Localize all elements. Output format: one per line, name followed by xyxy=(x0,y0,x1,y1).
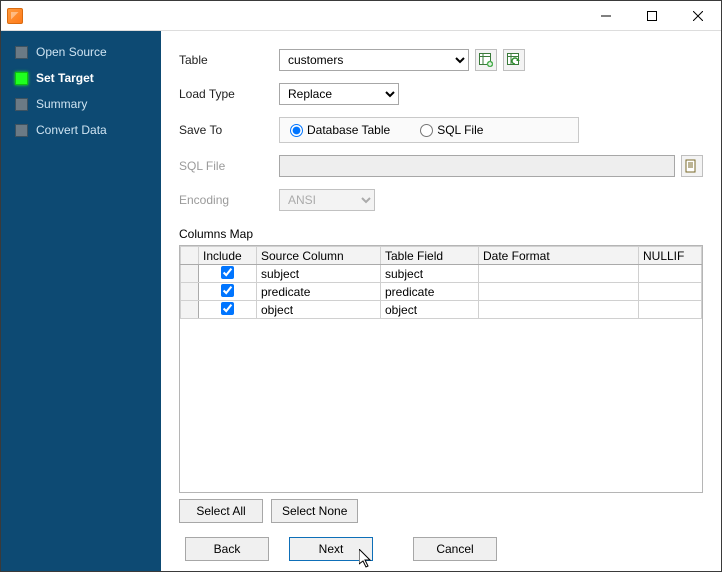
target-cell[interactable]: predicate xyxy=(381,283,479,301)
row-header[interactable] xyxy=(181,301,199,319)
saveto-db-radio[interactable]: Database Table xyxy=(290,123,390,137)
date-cell[interactable] xyxy=(479,301,639,319)
table-row[interactable]: objectobject xyxy=(181,301,702,319)
step-summary[interactable]: Summary xyxy=(1,97,161,111)
source-cell[interactable]: subject xyxy=(257,265,381,283)
main-panel: Table customers Load Type Replace Save T… xyxy=(161,31,721,571)
wizard-sidebar: Open Source Set Target Summary Convert D… xyxy=(1,31,161,571)
encoding-label: Encoding xyxy=(179,193,279,207)
nullif-cell[interactable] xyxy=(639,265,702,283)
row-header[interactable] xyxy=(181,265,199,283)
step-label: Set Target xyxy=(36,71,94,85)
encoding-select: ANSI xyxy=(279,189,375,211)
source-cell[interactable]: predicate xyxy=(257,283,381,301)
step-label: Open Source xyxy=(36,45,107,59)
loadtype-label: Load Type xyxy=(179,87,279,101)
include-checkbox[interactable] xyxy=(221,302,234,315)
step-indicator-icon xyxy=(15,46,28,59)
nullif-cell[interactable] xyxy=(639,283,702,301)
saveto-sql-radio[interactable]: SQL File xyxy=(420,123,483,137)
minimize-button[interactable] xyxy=(583,1,629,31)
col-nullif[interactable]: NULLIF xyxy=(639,247,702,265)
titlebar xyxy=(1,1,721,31)
select-none-button[interactable]: Select None xyxy=(271,499,358,523)
app-icon xyxy=(7,8,23,24)
nullif-cell[interactable] xyxy=(639,301,702,319)
sqlfile-input xyxy=(279,155,675,177)
close-button[interactable] xyxy=(675,1,721,31)
back-button[interactable]: Back xyxy=(185,537,269,561)
step-label: Convert Data xyxy=(36,123,107,137)
browse-file-icon xyxy=(685,159,699,173)
col-target[interactable]: Table Field xyxy=(381,247,479,265)
table-refresh-icon xyxy=(507,53,521,67)
maximize-button[interactable] xyxy=(629,1,675,31)
table-row[interactable]: predicatepredicate xyxy=(181,283,702,301)
col-include[interactable]: Include xyxy=(199,247,257,265)
table-label: Table xyxy=(179,53,279,67)
sqlfile-browse-button[interactable] xyxy=(681,155,703,177)
date-cell[interactable] xyxy=(479,283,639,301)
table-select[interactable]: customers xyxy=(279,49,469,71)
saveto-group: Database Table SQL File xyxy=(279,117,579,143)
loadtype-select[interactable]: Replace xyxy=(279,83,399,105)
sqlfile-label: SQL File xyxy=(179,159,279,173)
table-add-button[interactable] xyxy=(475,49,497,71)
source-cell[interactable]: object xyxy=(257,301,381,319)
window-controls xyxy=(583,1,721,31)
row-header[interactable] xyxy=(181,283,199,301)
col-date[interactable]: Date Format xyxy=(479,247,639,265)
columns-map-grid[interactable]: Include Source Column Table Field Date F… xyxy=(179,245,703,493)
table-row[interactable]: subjectsubject xyxy=(181,265,702,283)
wizard-footer: Back Next Cancel xyxy=(179,537,703,561)
grid-corner xyxy=(181,247,199,265)
target-cell[interactable]: subject xyxy=(381,265,479,283)
grid-header-row: Include Source Column Table Field Date F… xyxy=(181,247,702,265)
step-open-source[interactable]: Open Source xyxy=(1,45,161,59)
col-source[interactable]: Source Column xyxy=(257,247,381,265)
step-indicator-icon xyxy=(15,124,28,137)
include-checkbox[interactable] xyxy=(221,266,234,279)
target-cell[interactable]: object xyxy=(381,301,479,319)
cancel-button[interactable]: Cancel xyxy=(413,537,497,561)
next-button[interactable]: Next xyxy=(289,537,373,561)
app-window: Open Source Set Target Summary Convert D… xyxy=(0,0,722,572)
saveto-label: Save To xyxy=(179,123,279,137)
table-refresh-button[interactable] xyxy=(503,49,525,71)
step-indicator-icon xyxy=(15,98,28,111)
step-label: Summary xyxy=(36,97,87,111)
include-cell[interactable] xyxy=(199,283,257,301)
columns-map-title: Columns Map xyxy=(179,227,703,241)
include-checkbox[interactable] xyxy=(221,284,234,297)
date-cell[interactable] xyxy=(479,265,639,283)
step-convert-data[interactable]: Convert Data xyxy=(1,123,161,137)
include-cell[interactable] xyxy=(199,265,257,283)
include-cell[interactable] xyxy=(199,301,257,319)
table-add-icon xyxy=(479,53,493,67)
step-set-target[interactable]: Set Target xyxy=(1,71,161,85)
select-all-button[interactable]: Select All xyxy=(179,499,263,523)
step-indicator-icon xyxy=(15,72,28,85)
